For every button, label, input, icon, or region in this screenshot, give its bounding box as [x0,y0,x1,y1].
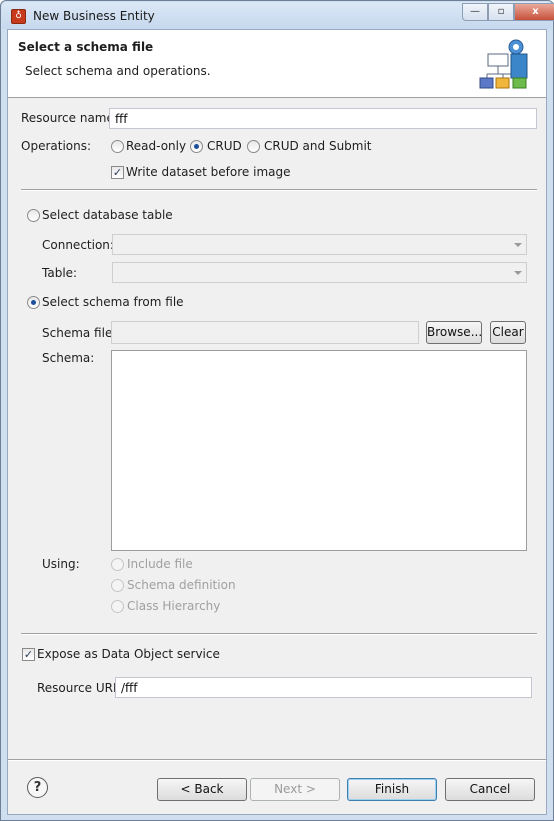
schema-label: Schema: [42,351,95,365]
expose-data-object-label[interactable]: Expose as Data Object service [37,647,220,661]
schema-from-file-label[interactable]: Select schema from file [42,295,184,309]
resource-uri-label: Resource URI: [37,681,121,695]
database-table-label[interactable]: Select database table [42,208,173,222]
class-hierarchy-label[interactable]: Class Hierarchy [127,599,220,613]
database-table-radio[interactable] [27,209,40,222]
browse-button[interactable]: Browse... [426,321,482,344]
read-only-label[interactable]: Read-only [126,139,186,153]
separator [21,189,537,191]
chevron-down-icon [514,271,522,275]
schema-from-file-radio[interactable] [27,296,40,309]
next-button[interactable]: Next > [250,778,340,801]
close-button[interactable]: x [514,3,554,21]
title-bar[interactable]: ♁ New Business Entity — ▫ x [2,2,554,29]
schema-definition-label[interactable]: Schema definition [127,578,236,592]
dialog-client-area: Select a schema file Select schema and o… [7,29,547,815]
include-file-radio[interactable] [111,558,124,571]
crud-and-submit-label[interactable]: CRUD and Submit [264,139,372,153]
resource-name-input[interactable] [109,108,537,129]
using-label: Using: [42,557,80,571]
app-icon: ♁ [11,9,26,24]
finish-button[interactable]: Finish [347,778,437,801]
class-hierarchy-radio[interactable] [111,600,124,613]
crud-label[interactable]: CRUD [207,139,242,153]
window-title: New Business Entity [33,9,155,23]
help-icon[interactable]: ? [27,777,48,798]
connection-label: Connection: [42,238,114,252]
schema-diagram-icon [479,39,528,89]
back-button[interactable]: < Back [157,778,247,801]
chevron-down-icon [514,243,522,247]
write-dataset-label[interactable]: Write dataset before image [126,165,291,179]
expose-data-object-checkbox[interactable]: ✓ [22,648,35,661]
maximize-button[interactable]: ▫ [488,3,514,21]
minimize-button[interactable]: — [462,3,488,21]
schema-tree-area[interactable] [111,350,527,551]
wizard-banner: Select a schema file Select schema and o… [8,30,546,98]
separator [21,633,537,635]
resource-uri-input[interactable] [115,677,532,698]
banner-description: Select schema and operations. [25,64,211,78]
include-file-label[interactable]: Include file [127,557,193,571]
table-dropdown[interactable] [112,262,527,283]
banner-title: Select a schema file [18,40,154,54]
crud-and-submit-radio[interactable] [247,140,260,153]
operations-label: Operations: [21,139,92,153]
connection-dropdown[interactable] [112,234,527,255]
crud-radio[interactable] [190,140,203,153]
read-only-radio[interactable] [111,140,124,153]
schema-file-input[interactable] [111,321,419,344]
cancel-button[interactable]: Cancel [445,778,535,801]
footer-separator [8,759,546,761]
write-dataset-checkbox[interactable]: ✓ [111,166,124,179]
dialog-window: ♁ New Business Entity — ▫ x Select a sch… [0,0,554,821]
window-controls: — ▫ x [462,3,554,22]
table-label: Table: [42,266,78,280]
schema-definition-radio[interactable] [111,579,124,592]
clear-button[interactable]: Clear [490,321,526,344]
schema-file-label: Schema file: [42,326,117,340]
resource-name-label: Resource name: [21,111,118,125]
